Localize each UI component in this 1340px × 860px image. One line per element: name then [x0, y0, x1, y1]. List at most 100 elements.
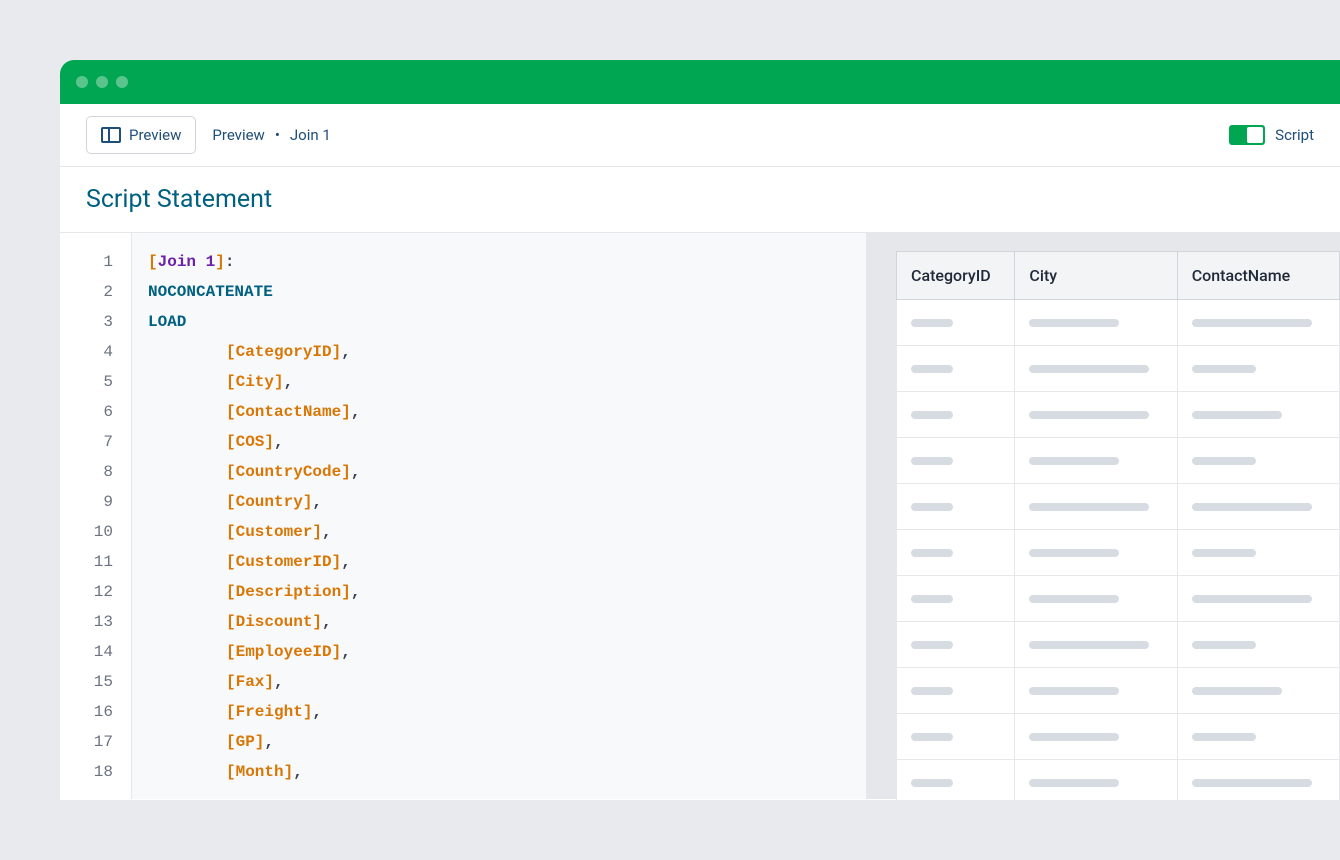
- toolbar-left: Preview Preview • Join 1: [86, 116, 331, 154]
- table-cell: [1177, 714, 1339, 760]
- column-header[interactable]: City: [1015, 252, 1177, 300]
- preview-button[interactable]: Preview: [86, 116, 196, 154]
- table-row[interactable]: [897, 484, 1340, 530]
- table-cell: [1177, 530, 1339, 576]
- code-line: NOCONCATENATE: [148, 277, 850, 307]
- table-cell: [1177, 484, 1339, 530]
- loading-placeholder: [1029, 457, 1119, 465]
- table-cell: [897, 300, 1015, 346]
- loading-placeholder: [1029, 319, 1119, 327]
- loading-placeholder: [1029, 411, 1149, 419]
- table-cell: [1177, 438, 1339, 484]
- token-field: [CategoryID]: [226, 343, 341, 361]
- breadcrumb-separator: •: [275, 126, 280, 144]
- table-row[interactable]: [897, 668, 1340, 714]
- script-toggle[interactable]: [1229, 125, 1265, 145]
- content-area: 123456789101112131415161718 [Join 1]:NOC…: [60, 233, 1340, 799]
- token-comma: ,: [351, 583, 361, 601]
- line-number: 14: [60, 637, 131, 667]
- data-preview-table: CategoryIDCityContactName: [896, 251, 1340, 800]
- line-number: 3: [60, 307, 131, 337]
- table-cell: [1177, 392, 1339, 438]
- token-comma: ,: [322, 523, 332, 541]
- app-window: Preview Preview • Join 1 Script Script S…: [60, 60, 1340, 800]
- loading-placeholder: [911, 457, 953, 465]
- panel-layout-icon: [101, 127, 121, 143]
- table-cell: [1177, 622, 1339, 668]
- maximize-window-button[interactable]: [116, 76, 128, 88]
- token-comma: ,: [341, 553, 351, 571]
- line-number-gutter: 123456789101112131415161718: [60, 233, 132, 799]
- token-text: :: [225, 253, 235, 271]
- table-cell: [1177, 300, 1339, 346]
- table-cell: [1015, 484, 1177, 530]
- line-number: 13: [60, 607, 131, 637]
- section-header: Script Statement: [60, 167, 1340, 233]
- code-line: [Discount],: [148, 607, 850, 637]
- table-cell: [1015, 760, 1177, 801]
- code-line: [Customer],: [148, 517, 850, 547]
- table-cell: [1177, 576, 1339, 622]
- loading-placeholder: [911, 687, 953, 695]
- preview-button-label: Preview: [129, 126, 181, 144]
- loading-placeholder: [1192, 503, 1312, 511]
- line-number: 4: [60, 337, 131, 367]
- line-number: 7: [60, 427, 131, 457]
- table-cell: [1177, 760, 1339, 801]
- table-cell: [897, 346, 1015, 392]
- token-field: [CustomerID]: [226, 553, 341, 571]
- table-row[interactable]: [897, 392, 1340, 438]
- table-cell: [897, 714, 1015, 760]
- code-line: [Month],: [148, 757, 850, 787]
- table-row[interactable]: [897, 346, 1340, 392]
- code-line: [COS],: [148, 427, 850, 457]
- loading-placeholder: [1192, 319, 1312, 327]
- table-cell: [1015, 300, 1177, 346]
- column-header[interactable]: ContactName: [1177, 252, 1339, 300]
- table-row[interactable]: [897, 530, 1340, 576]
- token-label: Join 1: [158, 253, 216, 271]
- table-cell: [897, 392, 1015, 438]
- loading-placeholder: [911, 641, 953, 649]
- loading-placeholder: [1192, 457, 1256, 465]
- code-line: [ContactName],: [148, 397, 850, 427]
- code-editor[interactable]: [Join 1]:NOCONCATENATELOAD[CategoryID],[…: [132, 233, 866, 799]
- loading-placeholder: [1029, 641, 1149, 649]
- table-cell: [1015, 438, 1177, 484]
- table-row[interactable]: [897, 438, 1340, 484]
- line-number: 5: [60, 367, 131, 397]
- loading-placeholder: [1029, 549, 1119, 557]
- close-window-button[interactable]: [76, 76, 88, 88]
- token-keyword: NOCONCATENATE: [148, 283, 273, 301]
- table-row[interactable]: [897, 714, 1340, 760]
- table-row[interactable]: [897, 622, 1340, 668]
- code-line: [CustomerID],: [148, 547, 850, 577]
- line-number: 15: [60, 667, 131, 697]
- breadcrumb-item[interactable]: Preview: [212, 126, 264, 144]
- token-comma: ,: [312, 703, 322, 721]
- script-toggle-label: Script: [1275, 126, 1314, 144]
- table-row[interactable]: [897, 760, 1340, 801]
- loading-placeholder: [1192, 595, 1312, 603]
- table-cell: [1015, 346, 1177, 392]
- table-row[interactable]: [897, 300, 1340, 346]
- token-field: [COS]: [226, 433, 274, 451]
- table-cell: [897, 438, 1015, 484]
- minimize-window-button[interactable]: [96, 76, 108, 88]
- code-line: [Description],: [148, 577, 850, 607]
- toolbar-right: Script: [1229, 125, 1314, 145]
- token-comma: ,: [284, 373, 294, 391]
- breadcrumb-item[interactable]: Join 1: [290, 126, 331, 144]
- table-row[interactable]: [897, 576, 1340, 622]
- table-cell: [897, 668, 1015, 714]
- line-number: 10: [60, 517, 131, 547]
- window-controls: [76, 76, 128, 88]
- loading-placeholder: [1029, 503, 1149, 511]
- token-field: [Customer]: [226, 523, 322, 541]
- loading-placeholder: [1029, 365, 1149, 373]
- code-line: [Fax],: [148, 667, 850, 697]
- table-cell: [897, 484, 1015, 530]
- loading-placeholder: [1192, 641, 1256, 649]
- column-header[interactable]: CategoryID: [897, 252, 1015, 300]
- code-line: [Freight],: [148, 697, 850, 727]
